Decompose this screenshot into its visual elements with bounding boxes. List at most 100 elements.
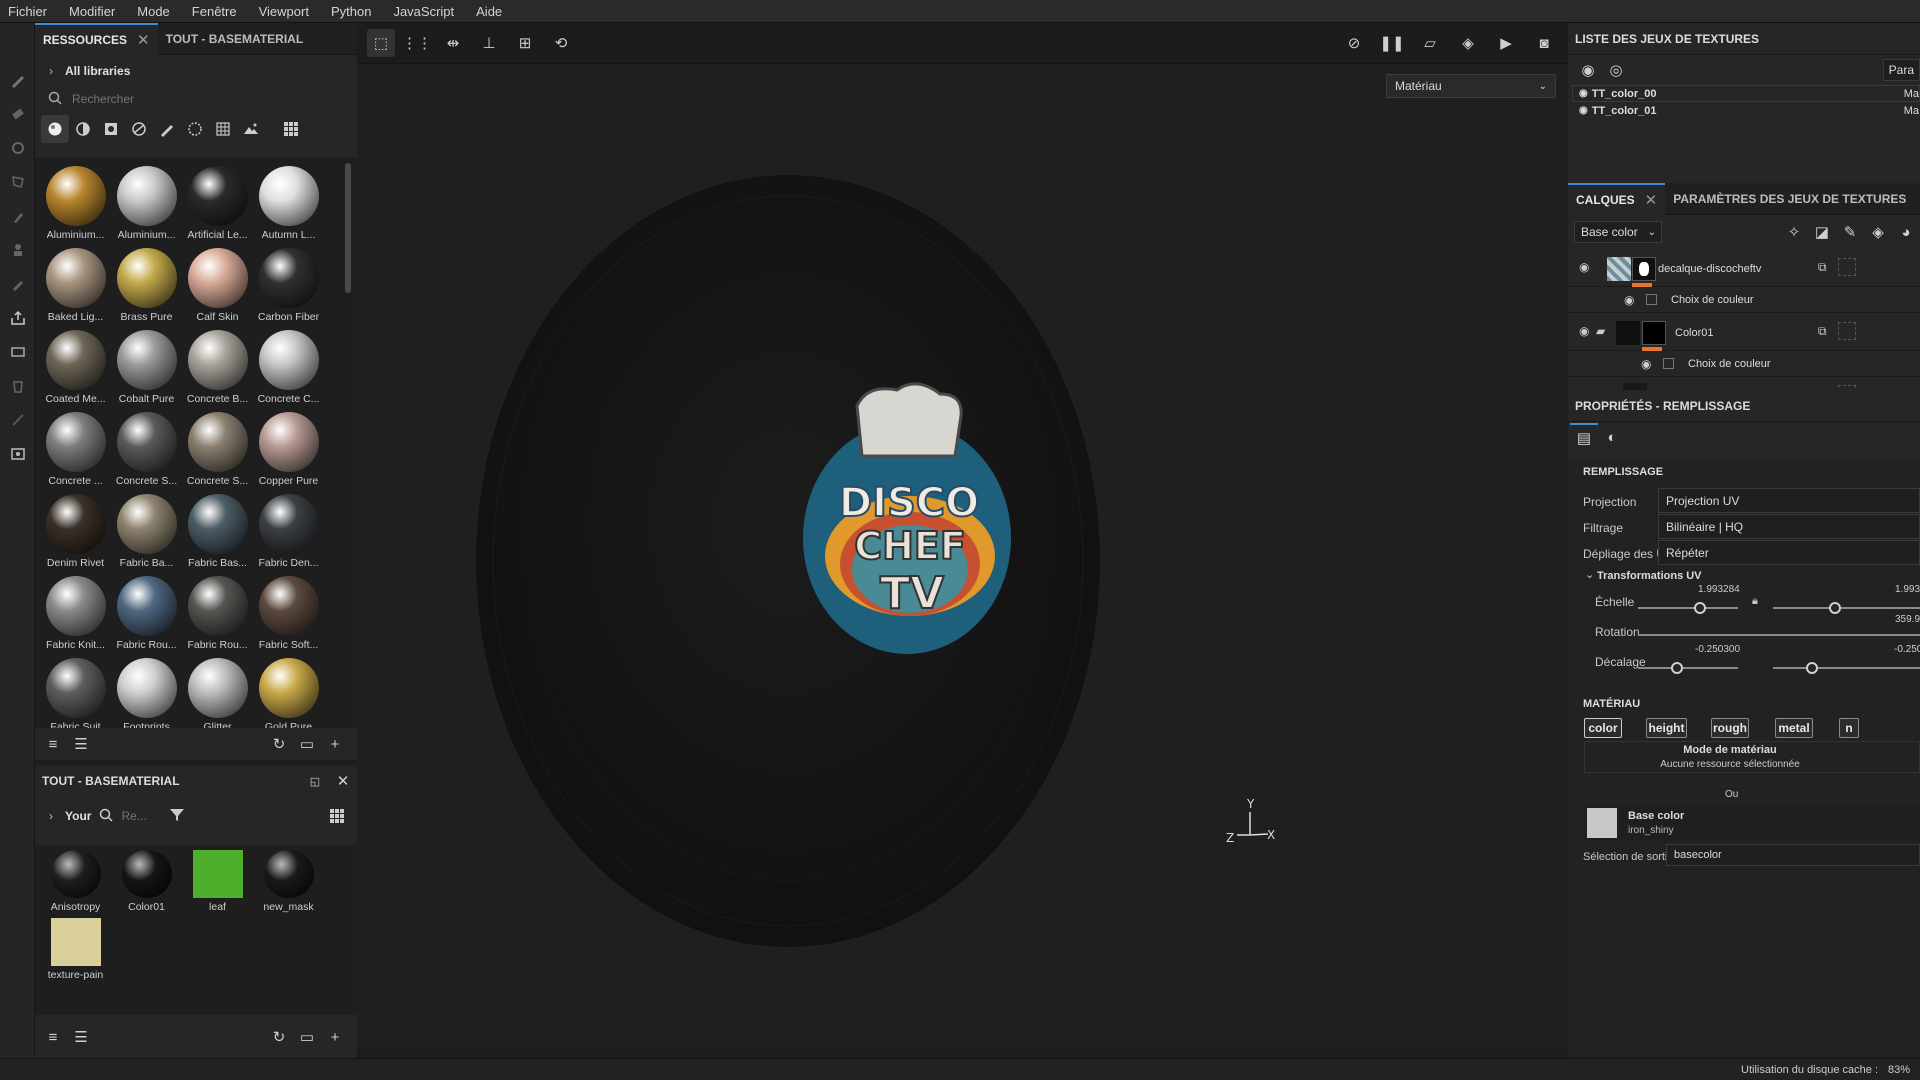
material-thumbnail[interactable]: Concrete ... <box>40 407 111 489</box>
menu-modifier[interactable]: Modifier <box>69 4 115 19</box>
material-thumbnail[interactable]: Fabric Soft... <box>253 571 324 653</box>
visibility-icon[interactable]: ⊘ <box>1340 29 1368 57</box>
params-button[interactable]: Para <box>1882 59 1920 81</box>
material-thumbnail[interactable]: Glitter <box>182 653 253 728</box>
output-dropdown[interactable]: basecolor <box>1666 844 1920 866</box>
grid-mode-icon[interactable]: ⋮⋮ <box>402 29 432 57</box>
eye-icon[interactable]: ◉ <box>1641 357 1651 371</box>
basematerial-search-input[interactable] <box>121 809 162 823</box>
camera-video-icon[interactable]: ▶ <box>1492 29 1520 57</box>
close-icon[interactable]: ✕ <box>137 31 150 49</box>
layer-name[interactable]: decalque-discocheftv <box>1658 263 1761 275</box>
view-2d-icon[interactable]: ▱ <box>1416 29 1444 57</box>
material-thumbnail[interactable]: Aluminium... <box>111 161 182 243</box>
paint-brush-tool-icon[interactable] <box>0 63 35 97</box>
material-thumbnail[interactable]: Copper Pure <box>253 407 324 489</box>
filter-icon[interactable] <box>169 808 185 825</box>
texture-set-material[interactable]: Ma <box>1904 88 1919 100</box>
material-thumbnail[interactable]: Cobalt Pure <box>111 325 182 407</box>
color-picker-tool-icon[interactable] <box>0 267 35 301</box>
scale-value[interactable]: 1.993284 <box>1698 584 1740 595</box>
grid-view-icon[interactable] <box>323 802 351 830</box>
tab-resources[interactable]: RESSOURCES ✕ <box>35 22 158 55</box>
texture-set-item[interactable]: ◉ TT_color_01 Ma <box>1572 102 1920 119</box>
screenshot-icon[interactable]: ◙ <box>1530 29 1558 57</box>
material-thumbnail[interactable]: Aluminium... <box>40 161 111 243</box>
material-thumbnail[interactable]: Fabric Den... <box>253 489 324 571</box>
material-thumbnail[interactable]: Fabric Bas... <box>182 489 253 571</box>
eraser-tool-icon[interactable] <box>0 97 35 131</box>
texture-set-material[interactable]: Ma <box>1904 105 1919 117</box>
blend-mode-icon[interactable] <box>1838 258 1856 276</box>
menu-fichier[interactable]: Fichier <box>8 4 47 19</box>
material-thumbnail[interactable]: Autumn L... <box>253 161 324 243</box>
pause-icon[interactable]: ❚❚ <box>1378 29 1406 57</box>
material-thumbnail[interactable]: Baked Lig... <box>40 243 111 325</box>
channel-color-button[interactable]: color <box>1584 718 1622 738</box>
screenshot-tool-icon[interactable] <box>0 437 35 471</box>
eye-icon[interactable]: ◉ <box>1579 324 1589 338</box>
material-thumbnail[interactable]: Fabric Suit <box>40 653 111 728</box>
smudge-tool-icon[interactable] <box>0 199 35 233</box>
delete-tool-icon[interactable] <box>0 369 35 403</box>
layer-copy-icon[interactable]: ⧉ <box>1818 260 1827 275</box>
material-thumbnail[interactable]: Concrete S... <box>182 407 253 489</box>
channel-dropdown[interactable]: Base color ⌄ <box>1574 221 1662 243</box>
filter-environments-icon[interactable] <box>237 115 265 143</box>
offset-value[interactable]: -0.250300 <box>1695 644 1740 655</box>
material-thumbnail[interactable]: Calf Skin <box>182 243 253 325</box>
history-icon[interactable]: ⟲ <box>547 29 575 57</box>
scale-slider-knob[interactable] <box>1694 602 1706 614</box>
bake-export-icon[interactable] <box>0 301 35 335</box>
search-input[interactable] <box>72 92 272 106</box>
lock-icon[interactable]: 🔒︎ <box>1752 595 1758 608</box>
scale-value-2[interactable]: 1.993 <box>1895 584 1920 595</box>
checkbox[interactable] <box>1663 358 1674 369</box>
material-thumbnail[interactable]: Fabric Knit... <box>40 571 111 653</box>
material-properties-icon[interactable]: ◐ <box>1598 423 1626 451</box>
material-thumbnail[interactable]: Carbon Fiber <box>253 243 324 325</box>
viewport-3d[interactable]: Matériau ⌄ DISCO CHEF TV Y X Z <box>357 64 1568 1047</box>
eye-icon[interactable]: ◉ <box>1579 88 1588 99</box>
filter-textures-icon[interactable] <box>209 115 237 143</box>
eye-icon[interactable]: ◉ <box>1579 260 1589 274</box>
material-thumbnail[interactable]: Fabric Rou... <box>182 571 253 653</box>
material-thumbnail[interactable]: Fabric Ba... <box>111 489 182 571</box>
view-3d-icon[interactable]: ◈ <box>1454 29 1482 57</box>
channel-height-button[interactable]: height <box>1646 718 1687 738</box>
clone-tool-icon[interactable] <box>0 233 35 267</box>
tab-calques[interactable]: CALQUES ✕ <box>1568 182 1666 215</box>
breadcrumb-your[interactable]: Your <box>65 809 91 823</box>
scale-slider-knob-2[interactable] <box>1829 602 1841 614</box>
add-mask-icon[interactable]: ◪ <box>1808 218 1836 246</box>
material-thumbnail[interactable]: Footprints <box>111 653 182 728</box>
projection-dropdown[interactable]: Projection UV <box>1658 488 1920 513</box>
layer-copy-icon[interactable]: ⧉ <box>1818 324 1827 339</box>
chevron-right-icon[interactable]: › <box>49 809 53 823</box>
menu-viewport[interactable]: Viewport <box>259 4 309 19</box>
close-icon[interactable]: ✕ <box>1645 191 1658 209</box>
material-thumbnail[interactable]: Fabric Rou... <box>111 571 182 653</box>
filter-materials-icon[interactable] <box>41 115 69 143</box>
material-thumbnail[interactable]: Concrete B... <box>182 325 253 407</box>
channel-metal-button[interactable]: metal <box>1775 718 1813 738</box>
material-thumbnail[interactable]: Coated Me... <box>40 325 111 407</box>
chevron-right-icon[interactable]: › <box>49 64 53 78</box>
rotation-slider-track[interactable] <box>1638 634 1920 636</box>
menu-aide[interactable]: Aide <box>476 4 502 19</box>
frame-icon[interactable]: ⊞ <box>511 29 539 57</box>
layer-color01[interactable]: ◉ ▰ Color01 ⧉ <box>1568 313 1920 351</box>
project-resource-thumbnail[interactable]: Color01 <box>111 845 182 913</box>
material-thumbnail[interactable]: Artificial Le... <box>182 161 253 243</box>
project-resource-thumbnail[interactable]: texture-pain <box>40 913 111 981</box>
polygon-fill-tool-icon[interactable] <box>0 165 35 199</box>
offset-slider-track[interactable] <box>1638 667 1738 669</box>
checkbox[interactable] <box>1646 294 1657 305</box>
refresh-icon[interactable]: ↻ <box>265 730 293 758</box>
add-effect-icon[interactable]: ✧ <box>1780 218 1808 246</box>
link-tool-icon[interactable] <box>0 403 35 437</box>
project-resource-thumbnail[interactable]: new_mask <box>253 845 324 913</box>
align-icon[interactable]: ⊥ <box>475 29 503 57</box>
add-icon[interactable]: + <box>321 1023 349 1051</box>
eye-icon[interactable]: ◉ <box>1579 105 1588 116</box>
